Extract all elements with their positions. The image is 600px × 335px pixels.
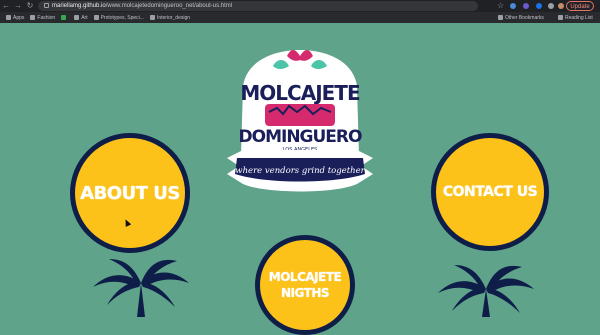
- molcajete-nights-label: MOLCAJETE NIGTHS: [268, 269, 342, 301]
- folder-icon: [30, 15, 36, 20]
- page-content: MOLCAJETE DOMINGUERO LOS ANGELES where v…: [0, 23, 600, 335]
- extension-icon[interactable]: [523, 3, 529, 9]
- star-icon[interactable]: ☆: [497, 1, 504, 11]
- nights-line1: MOLCAJETE: [268, 270, 342, 284]
- molcajete-nights-button[interactable]: MOLCAJETE NIGTHS: [255, 235, 355, 335]
- browser-chrome: ← → ↻ mariellamg.github.io/www.molcajete…: [0, 0, 600, 23]
- lock-icon[interactable]: [44, 3, 49, 8]
- contact-us-label: CONTACT US: [442, 184, 538, 200]
- apps-icon: [6, 15, 11, 20]
- bookmark-interior[interactable]: Interior_design: [149, 14, 191, 21]
- update-button[interactable]: Update: [566, 1, 594, 11]
- palm-tree-right: [438, 265, 534, 317]
- site-logo[interactable]: MOLCAJETE DOMINGUERO LOS ANGELES where v…: [225, 46, 375, 206]
- folder-icon: [74, 15, 80, 20]
- bookmark-icon: [61, 15, 67, 20]
- reading-list-label: Reading List: [565, 14, 593, 21]
- folder-icon: [149, 15, 155, 20]
- puzzle-icon[interactable]: [548, 3, 554, 9]
- url-host: mariellamg.github.io: [52, 3, 106, 9]
- palm-tree-left: [93, 259, 189, 317]
- bookmark-label: Interior_design: [156, 14, 191, 21]
- reading-list[interactable]: Reading List: [558, 12, 593, 23]
- reload-icon[interactable]: ↻: [24, 0, 36, 12]
- bookmark-label: Prototypes, Speci...: [100, 14, 144, 21]
- back-icon[interactable]: ←: [0, 0, 12, 12]
- folder-icon: [498, 15, 503, 20]
- about-us-button[interactable]: ABOUT US: [70, 133, 190, 253]
- extension-icon[interactable]: [536, 3, 542, 9]
- bookmark-label: Art: [81, 14, 88, 21]
- bookmark-label: Fashion: [37, 14, 56, 21]
- avatar[interactable]: [558, 3, 564, 9]
- reading-list-icon: [558, 15, 563, 20]
- bookmark-apps[interactable]: Apps: [6, 15, 24, 21]
- forward-icon[interactable]: →: [12, 0, 24, 12]
- nights-line2: NIGTHS: [280, 286, 330, 300]
- other-bookmarks-label: Other Bookmarks: [505, 14, 544, 21]
- bookmark-extra[interactable]: [61, 15, 68, 20]
- bookmark-fashion[interactable]: Fashion: [30, 15, 55, 21]
- bookmarks-bar: Apps Fashion Art Prototypes, Speci... In…: [0, 12, 600, 23]
- about-us-label: ABOUT US: [80, 182, 180, 204]
- extension-icon[interactable]: [510, 3, 516, 9]
- logo-line1: MOLCAJETE: [240, 81, 360, 105]
- contact-us-button[interactable]: CONTACT US: [431, 133, 549, 251]
- address-bar[interactable]: mariellamg.github.io/www.molcajetedoming…: [38, 1, 478, 11]
- folder-icon: [93, 15, 99, 20]
- other-bookmarks[interactable]: Other Bookmarks: [498, 12, 544, 23]
- bookmark-label: Apps: [13, 14, 25, 21]
- logo-tagline: where vendors grind together: [235, 166, 365, 176]
- url-path: /www.molcajetedomingueroo_net/about-us.h…: [105, 3, 233, 9]
- bookmark-art[interactable]: Art: [74, 14, 88, 21]
- logo-line2: DOMINGUERO: [239, 127, 362, 147]
- bookmark-prototypes[interactable]: Prototypes, Speci...: [93, 14, 144, 21]
